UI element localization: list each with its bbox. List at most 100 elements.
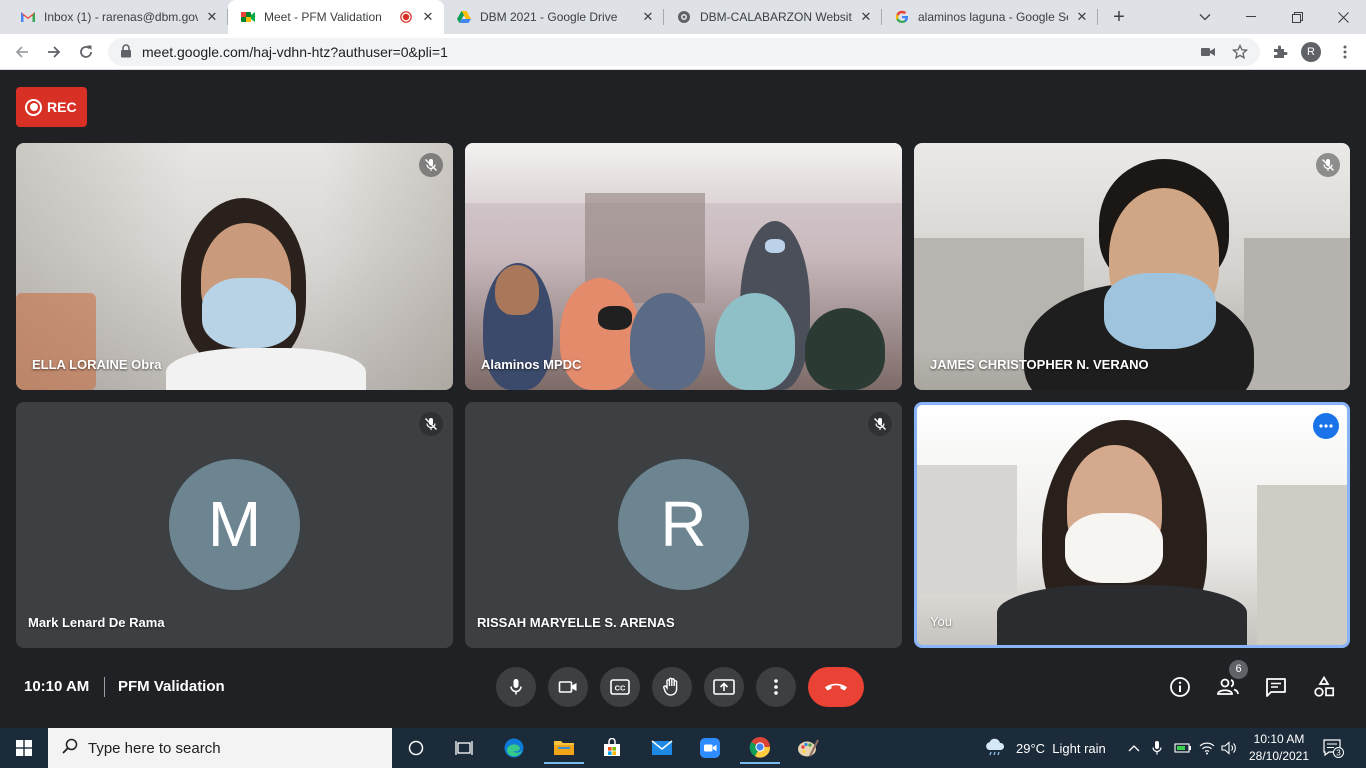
taskbar-search-box[interactable]: Type here to search — [48, 728, 392, 768]
close-tab-icon[interactable]: ✕ — [1074, 9, 1090, 25]
volume-icon[interactable] — [1221, 728, 1237, 768]
tab-meet[interactable]: Meet - PFM Validation ✕ — [228, 0, 444, 34]
self-view-tile[interactable]: You — [914, 402, 1350, 648]
close-window-button[interactable] — [1320, 0, 1366, 34]
weather-widget[interactable]: 29°C Light rain — [984, 728, 1106, 768]
recording-badge[interactable]: REC — [16, 87, 87, 127]
participant-tile[interactable]: Alaminos MPDC — [465, 143, 902, 390]
back-arrow-icon[interactable] — [10, 40, 34, 64]
cloud-rain-icon — [984, 738, 1006, 759]
gmail-icon — [20, 9, 36, 25]
lock-icon — [120, 44, 136, 60]
minimize-button[interactable] — [1228, 0, 1274, 34]
muted-mic-icon — [419, 412, 443, 436]
taskbar-time: 10:10 AM — [1253, 732, 1305, 746]
participant-name: Mark Lenard De Rama — [28, 615, 165, 630]
close-tab-icon[interactable]: ✕ — [420, 9, 436, 25]
reload-icon[interactable] — [74, 40, 98, 64]
windows-start-icon[interactable] — [0, 728, 48, 768]
meet-icon — [240, 9, 256, 25]
file-explorer-icon[interactable] — [544, 732, 584, 764]
participant-tile[interactable]: R RISSAH MARYELLE S. ARENAS — [465, 402, 902, 648]
browser-menu-icon[interactable] — [1333, 40, 1357, 64]
website-icon — [676, 9, 692, 25]
cortana-icon[interactable] — [396, 732, 436, 764]
camera-button[interactable] — [548, 667, 588, 707]
leave-call-button[interactable] — [808, 667, 864, 707]
close-tab-icon[interactable]: ✕ — [640, 9, 656, 25]
mail-icon[interactable] — [642, 732, 682, 764]
battery-icon[interactable] — [1174, 728, 1192, 768]
participant-tile[interactable]: JAMES CHRISTOPHER N. VERANO — [914, 143, 1350, 390]
notification-center-icon[interactable]: 3 — [1322, 728, 1344, 768]
restore-button[interactable] — [1274, 0, 1320, 34]
muted-mic-icon — [868, 412, 892, 436]
more-options-button[interactable] — [756, 667, 796, 707]
taskbar-date: 28/10/2021 — [1248, 749, 1310, 763]
camera-indicator-icon[interactable] — [1196, 40, 1220, 64]
participant-count-badge: 6 — [1229, 660, 1248, 679]
tab-website[interactable]: DBM-CALABARZON Website ✕ — [664, 0, 882, 34]
notification-count: 3 — [1336, 749, 1341, 758]
participant-tile[interactable]: ELLA LORAINE Obra — [16, 143, 453, 390]
url-text: meet.google.com/haj-vdhn-htz?authuser=0&… — [142, 44, 448, 60]
task-view-icon[interactable] — [444, 732, 484, 764]
tab-drive[interactable]: DBM 2021 - Google Drive ✕ — [444, 0, 664, 34]
tab-search-chevron-icon[interactable] — [1182, 0, 1228, 34]
participant-tile[interactable]: M Mark Lenard De Rama — [16, 402, 453, 648]
rec-label: REC — [47, 99, 77, 115]
microphone-button[interactable] — [496, 667, 536, 707]
weather-text: 29°C Light rain — [1016, 740, 1106, 756]
meeting-time: 10:10 AM — [24, 678, 90, 695]
participant-name: RISSAH MARYELLE S. ARENAS — [477, 615, 675, 630]
avatar: R — [618, 459, 749, 590]
captions-button[interactable]: CC — [600, 667, 640, 707]
participant-name: You — [930, 614, 952, 629]
tab-title: DBM 2021 - Google Drive — [480, 10, 618, 24]
microsoft-store-icon[interactable] — [592, 732, 632, 764]
tab-title: Meet - PFM Validation — [264, 10, 382, 24]
bookmark-star-icon[interactable] — [1228, 40, 1252, 64]
drive-icon — [456, 9, 472, 25]
microphone-in-use-icon[interactable] — [1152, 728, 1162, 768]
address-bar[interactable]: meet.google.com/haj-vdhn-htz?authuser=0&… — [108, 38, 1260, 66]
zoom-icon[interactable] — [690, 732, 730, 764]
browser-tab-strip: Inbox (1) - rarenas@dbm.gov.ph ✕ Meet - … — [0, 0, 1366, 34]
muted-mic-icon — [1316, 153, 1340, 177]
participant-name: Alaminos MPDC — [481, 357, 582, 372]
participant-name: JAMES CHRISTOPHER N. VERANO — [930, 357, 1149, 372]
paint-icon[interactable] — [788, 732, 828, 764]
google-icon — [894, 9, 910, 25]
wifi-icon[interactable] — [1199, 728, 1215, 768]
avatar: M — [169, 459, 300, 590]
browser-toolbar: meet.google.com/haj-vdhn-htz?authuser=0&… — [0, 34, 1366, 70]
tab-gmail[interactable]: Inbox (1) - rarenas@dbm.gov.ph ✕ — [8, 0, 228, 34]
chat-icon[interactable] — [1264, 675, 1288, 699]
chrome-icon[interactable] — [740, 732, 780, 764]
participant-name: ELLA LORAINE Obra — [32, 357, 162, 372]
profile-avatar[interactable]: R — [1301, 42, 1321, 62]
meeting-details-icon[interactable] — [1168, 675, 1192, 699]
forward-arrow-icon[interactable] — [42, 40, 66, 64]
new-tab-button[interactable]: + — [1108, 6, 1130, 28]
close-tab-icon[interactable]: ✕ — [858, 9, 874, 25]
close-tab-icon[interactable]: ✕ — [204, 9, 220, 25]
search-placeholder: Type here to search — [88, 739, 221, 757]
extensions-icon[interactable] — [1268, 40, 1292, 64]
meeting-name: PFM Validation — [118, 678, 225, 695]
record-icon — [25, 98, 42, 116]
svg-text:CC: CC — [615, 684, 626, 693]
edge-icon[interactable] — [494, 732, 534, 764]
tab-title: Inbox (1) - rarenas@dbm.gov.ph — [44, 10, 198, 24]
raise-hand-button[interactable] — [652, 667, 692, 707]
activities-icon[interactable] — [1312, 675, 1336, 699]
more-options-icon[interactable] — [1313, 413, 1339, 439]
recording-indicator-icon — [398, 9, 414, 25]
tab-google-search[interactable]: alaminos laguna - Google Search ✕ — [882, 0, 1098, 34]
muted-mic-icon — [419, 153, 443, 177]
present-screen-button[interactable] — [704, 667, 744, 707]
show-hidden-icons-chevron-icon[interactable] — [1128, 728, 1140, 768]
taskbar-clock[interactable]: 10:10 AM 28/10/2021 — [1240, 731, 1318, 765]
search-icon — [62, 738, 78, 759]
divider — [104, 677, 105, 697]
